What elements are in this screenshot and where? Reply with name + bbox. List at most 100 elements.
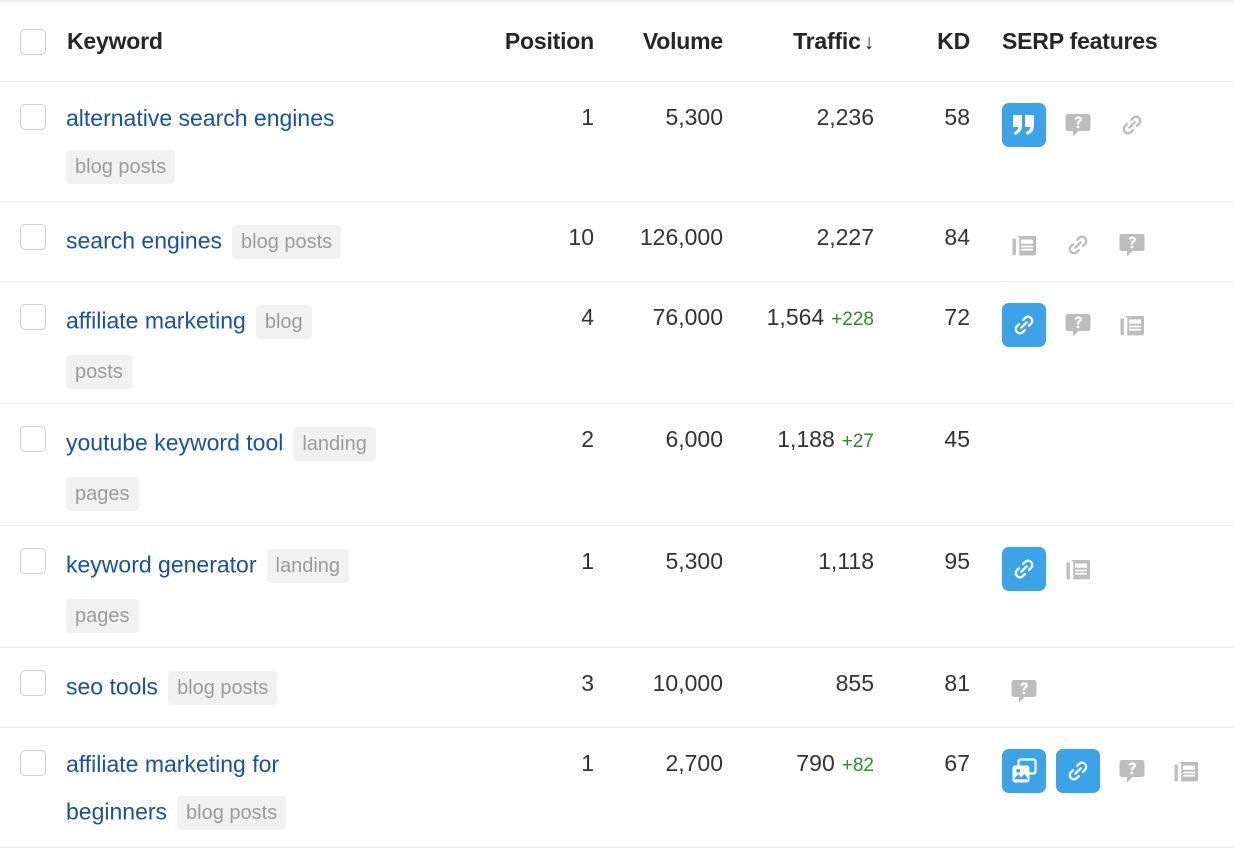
row-select-cell [20,222,66,250]
table-row[interactable]: seo toolsblog posts310,00085581 [0,648,1234,728]
keyword-link[interactable]: alternative search engines [66,105,335,131]
keyword-cell: alternative search engines blog posts [66,102,486,184]
kd-value: 81 [898,668,978,698]
traffic-value: 2,227 [726,222,898,252]
row-select-checkbox[interactable] [20,224,46,250]
keyword-second-line: blog posts [66,147,476,184]
table-body: alternative search engines blog posts 15,3… [0,82,1234,848]
keyword-second-line: pages [66,474,476,511]
keyword-tag[interactable]: landing [293,427,376,461]
keyword-tag[interactable]: blog posts [66,150,175,184]
kd-value: 45 [898,424,978,454]
keyword-tag[interactable]: blog posts [168,671,277,705]
kd-value: 58 [898,102,978,132]
keyword-tag[interactable]: pages [66,599,139,633]
top-stories-icon[interactable] [1002,223,1046,267]
keyword-tag[interactable]: posts [66,355,132,389]
keywords-table: Keyword Position Volume Traffic↓ KD SERP… [0,0,1234,848]
row-select-checkbox[interactable] [20,426,46,452]
traffic-delta: +27 [835,431,874,452]
serp-features-cell [978,302,1234,347]
image-pack-icon[interactable] [1002,749,1046,793]
volume-value: 5,300 [606,546,726,576]
sitelinks-icon[interactable] [1056,749,1100,793]
position-value: 3 [486,668,606,698]
column-header-kd[interactable]: KD [898,28,978,55]
people-also-ask-icon[interactable] [1056,303,1100,347]
row-select-cell [20,546,66,574]
traffic-delta: +228 [824,309,874,330]
kd-value: 95 [898,546,978,576]
table-row[interactable]: affiliate marketing for beginners blog pos… [0,728,1234,848]
keyword-link-continued[interactable]: beginners [66,799,167,825]
sitelinks-icon[interactable] [1110,103,1154,147]
traffic-value: 855 [726,668,898,698]
keyword-tag[interactable]: blog posts [232,225,341,259]
row-select-cell [20,302,66,330]
sitelinks-icon[interactable] [1002,303,1046,347]
serp-features-cell [978,424,1234,425]
row-select-cell [20,748,66,776]
row-select-checkbox[interactable] [20,104,46,130]
select-all-checkbox[interactable] [20,29,46,55]
position-value: 4 [486,302,606,332]
volume-value: 76,000 [606,302,726,332]
keyword-tag[interactable]: blog [256,305,312,339]
top-stories-icon[interactable] [1056,547,1100,591]
column-header-position[interactable]: Position [486,28,606,55]
column-header-keyword[interactable]: Keyword [66,28,486,55]
keyword-link[interactable]: affiliate marketing for [66,751,279,777]
people-also-ask-icon[interactable] [1110,749,1154,793]
table-row[interactable]: alternative search enginesblog posts15,3… [0,82,1234,202]
keyword-tag[interactable]: landing [267,549,350,583]
top-stories-icon[interactable] [1110,303,1154,347]
keyword-cell: youtube keyword tool landing pages [66,424,486,511]
position-value: 1 [486,546,606,576]
table-row[interactable]: search enginesblog posts10126,0002,22784 [0,202,1234,282]
table-row[interactable]: keyword generator landing pages 15,3001,118… [0,526,1234,648]
keyword-link[interactable]: youtube keyword tool [66,430,283,456]
sitelinks-icon[interactable] [1002,547,1046,591]
keyword-tag[interactable]: blog posts [177,796,286,830]
sort-descending-icon: ↓ [861,31,874,54]
keyword-second-line: beginners blog posts [66,793,476,830]
column-header-volume[interactable]: Volume [606,28,726,55]
people-also-ask-icon[interactable] [1056,103,1100,147]
traffic-value: 1,188+27 [726,424,898,457]
row-select-cell [20,102,66,130]
keyword-link[interactable]: affiliate marketing [66,308,246,334]
traffic-value: 1,118 [726,546,898,576]
keyword-link[interactable]: seo tools [66,674,158,700]
kd-value: 67 [898,748,978,778]
top-stories-icon[interactable] [1164,749,1208,793]
volume-value: 2,700 [606,748,726,778]
table-row[interactable]: youtube keyword toollandingpages26,0001,… [0,404,1234,526]
position-value: 10 [486,222,606,252]
featured-snippet-icon[interactable] [1002,103,1046,147]
serp-features-cell [978,668,1234,713]
table-row[interactable]: affiliate marketing blog posts 476,0001,564… [0,282,1234,404]
people-also-ask-icon[interactable] [1002,669,1046,713]
row-select-checkbox[interactable] [20,548,46,574]
keyword-second-line: posts [66,352,476,389]
row-select-checkbox[interactable] [20,750,46,776]
traffic-value: 1,564+228 [726,302,898,335]
keyword-cell: seo tools blog posts [66,668,486,705]
keyword-link[interactable]: keyword generator [66,552,257,578]
row-select-checkbox[interactable] [20,304,46,330]
column-header-traffic[interactable]: Traffic↓ [726,28,898,55]
kd-value: 72 [898,302,978,332]
serp-features-cell [978,546,1234,591]
keyword-link[interactable]: search engines [66,228,222,254]
people-also-ask-icon[interactable] [1110,223,1154,267]
select-all-cell [20,29,66,55]
keyword-cell: affiliate marketing for beginners blog pos… [66,748,486,830]
keyword-second-line: pages [66,596,476,633]
row-select-checkbox[interactable] [20,670,46,696]
volume-value: 126,000 [606,222,726,252]
table-header-row: Keyword Position Volume Traffic↓ KD SERP… [0,2,1234,82]
sitelinks-icon[interactable] [1056,223,1100,267]
column-header-serp-features[interactable]: SERP features [978,28,1234,55]
keyword-tag[interactable]: pages [66,477,139,511]
position-value: 2 [486,424,606,454]
